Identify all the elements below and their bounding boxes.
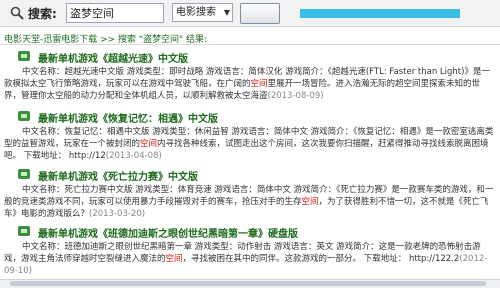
result-description: 中文名称：死亡拉力赛中文版 游戏类型：体育竞速 游戏语言：简体中文 游戏简介：《… <box>4 185 494 219</box>
search-input[interactable] <box>66 3 164 23</box>
game-icon <box>18 226 30 236</box>
result-date: (2013-08-09) <box>267 91 324 101</box>
category-select-value: 电影搜索 <box>176 7 216 18</box>
magnifier-icon <box>10 6 24 20</box>
redaction-bar <box>300 9 460 18</box>
result-description: 中文名称：恢复记忆：相遇中文版 游戏类型：休闲益智 游戏语言：简体中文 游戏简介… <box>4 127 494 161</box>
result-description: 中文名称：班德加迪斯之眼创世纪黑暗第一章 游戏类型：动作射击 游戏语言：英文 游… <box>4 242 488 276</box>
scrollbar-thumb[interactable] <box>10 281 486 286</box>
result-description: 中文名称：超越光速中文版 游戏类型：即时战略 游戏语言：简体汉化 游戏简介：《超… <box>4 67 490 101</box>
search-label: 搜索: <box>28 7 57 21</box>
game-icon <box>18 111 30 121</box>
result-title[interactable]: 最新单机游戏《班德加迪斯之眼创世纪黑暗第一章》硬盘版 <box>38 225 298 240</box>
result-date: (2013-04-08) <box>105 151 162 161</box>
game-icon <box>18 51 30 61</box>
result-date: (2013-03-20) <box>89 209 146 219</box>
result-title[interactable]: 最新单机游戏《恢复记忆：相遇》中文版 <box>38 110 218 125</box>
game-icon <box>18 169 30 179</box>
category-select[interactable]: 电影搜索 ▼ <box>172 3 233 22</box>
chevron-down-icon: ▼ <box>223 8 230 17</box>
result-title[interactable]: 最新单机游戏《超越光速》中文版 <box>38 50 188 65</box>
search-bar: 搜索: 电影搜索 ▼ <box>0 0 500 27</box>
divider <box>0 44 500 45</box>
result-title[interactable]: 最新单机游戏《死亡拉力赛》中文版 <box>38 168 198 183</box>
search-button[interactable] <box>240 3 280 24</box>
